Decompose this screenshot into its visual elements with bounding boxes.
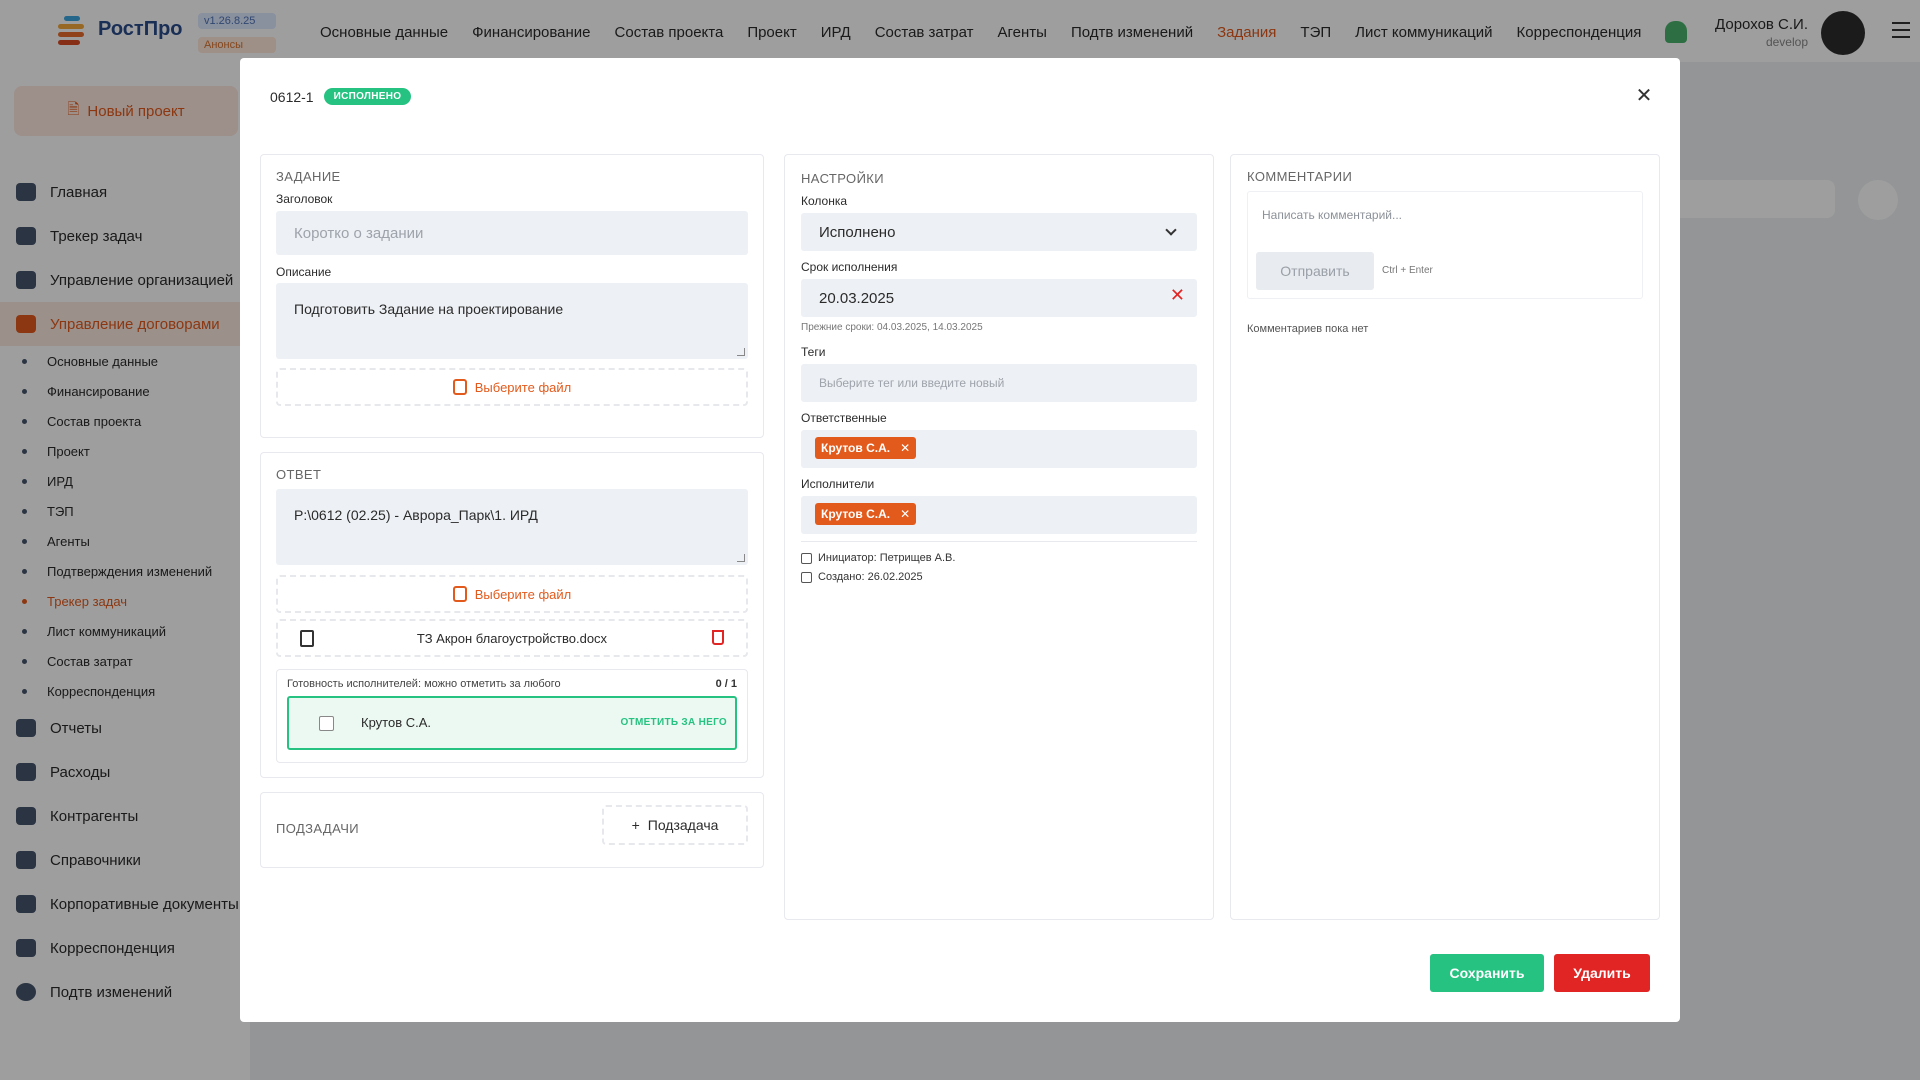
responsible-input[interactable]: Крутов С.А. ✕ [801,430,1197,468]
plus-icon: + [631,817,640,833]
executor-name: Крутов С.А. [361,715,431,730]
modal-header: 0612-1 ИСПОЛНЕНО [270,88,412,105]
executor-checkbox[interactable] [319,716,334,731]
close-icon[interactable]: ✕ [1632,84,1656,108]
deadline-label: Срок исполнения [801,260,898,274]
readiness-count: 0 / 1 [715,678,737,690]
answer-file-label: Выберите файл [474,586,572,602]
settings-panel: НАСТРОЙКИ Колонка Исполнено Срок исполне… [784,154,1214,920]
task-file-label: Выберите файл [474,379,572,395]
user-icon [801,552,812,564]
column-label: Колонка [801,194,848,208]
remove-tag-icon[interactable]: ✕ [900,441,910,455]
task-file-button[interactable]: Выберите файл [276,368,748,406]
answer-text: P:\0612 (02.25) - Аврора_Парк\1. ИРД [294,507,538,523]
resize-handle[interactable] [737,554,745,562]
attached-file[interactable]: ТЗ Акрон благоустройство.docx [276,619,748,657]
column-value: Исполнено [819,223,896,241]
clear-icon[interactable]: ✕ [1170,285,1185,306]
initiator-text: Инициатор: Петрищев А.В. [818,552,956,564]
task-panel-title: ЗАДАНИЕ [276,169,341,184]
delete-button[interactable]: Удалить [1554,954,1650,992]
mark-button[interactable]: ОТМЕТИТЬ ЗА НЕГО [620,717,727,728]
title-label: Заголовок [276,192,333,206]
file-icon [300,630,314,647]
settings-title: НАСТРОЙКИ [801,171,885,186]
subtasks-panel: ПОДЗАДАЧИ + Подзадача [260,792,764,868]
comments-panel: КОММЕНТАРИИ Написать комментарий... Отпр… [1230,154,1660,920]
tags-label: Теги [801,345,826,359]
tags-input[interactable]: Выберите тег или введите новый [801,364,1197,402]
task-modal: 0612-1 ИСПОЛНЕНО ✕ ЗАДАНИЕ Заголовок Кор… [240,58,1680,1022]
resize-handle[interactable] [737,348,745,356]
readiness-label: Готовность исполнителей: можно отметить … [287,678,561,690]
upload-icon [452,586,467,602]
deadline-input[interactable]: 20.03.2025 ✕ [801,279,1197,317]
column-select[interactable]: Исполнено [801,213,1197,251]
answer-panel-title: ОТВЕТ [276,467,322,482]
title-input[interactable]: Коротко о задании [276,211,748,255]
answer-panel: ОТВЕТ P:\0612 (02.25) - Аврора_Парк\1. И… [260,452,764,778]
description-input[interactable]: Подготовить Задание на проектирование [276,283,748,359]
no-comments-text: Комментариев пока нет [1247,323,1369,335]
previous-deadlines: Прежние сроки: 04.03.2025, 14.03.2025 [801,322,983,333]
executor-tag-label: Крутов С.А. [821,507,891,521]
trash-icon[interactable] [712,630,724,645]
remove-tag-icon[interactable]: ✕ [900,507,910,521]
comment-box: Написать комментарий... Отправить Ctrl +… [1247,191,1643,299]
add-subtask-button[interactable]: + Подзадача [602,805,748,845]
description-text: Подготовить Задание на проектирование [294,301,564,317]
comment-input[interactable]: Написать комментарий... [1262,208,1402,222]
initiator-row: Инициатор: Петрищев А.В. [801,552,955,564]
executor-tag: Крутов С.А. ✕ [815,503,917,525]
created-text: Создано: 26.02.2025 [818,571,923,583]
readiness-box: Готовность исполнителей: можно отметить … [276,669,748,763]
subtasks-title: ПОДЗАДАЧИ [276,821,359,836]
divider [801,541,1197,542]
upload-icon [452,379,467,395]
save-button[interactable]: Сохранить [1430,954,1544,992]
add-subtask-label: Подзадача [647,817,719,833]
comments-title: КОММЕНТАРИИ [1247,169,1353,184]
send-button[interactable]: Отправить [1256,252,1374,290]
answer-input[interactable]: P:\0612 (02.25) - Аврора_Парк\1. ИРД [276,489,748,565]
status-badge: ИСПОЛНЕНО [323,88,412,105]
answer-file-button[interactable]: Выберите файл [276,575,748,613]
calendar-icon [801,571,812,583]
executors-label: Исполнители [801,477,875,491]
responsible-label: Ответственные [801,411,887,425]
task-panel: ЗАДАНИЕ Заголовок Коротко о задании Опис… [260,154,764,438]
created-row: Создано: 26.02.2025 [801,571,923,583]
attached-file-name: ТЗ Акрон благоустройство.docx [416,630,608,646]
description-label: Описание [276,265,332,279]
chevron-down-icon [1165,224,1177,236]
task-id: 0612-1 [270,88,314,105]
responsible-tag: Крутов С.А. ✕ [815,437,917,459]
deadline-value: 20.03.2025 [819,289,895,307]
shortcut-hint: Ctrl + Enter [1382,265,1433,276]
executors-input[interactable]: Крутов С.А. ✕ [801,496,1197,534]
responsible-tag-label: Крутов С.А. [821,441,891,455]
executor-row: Крутов С.А. ОТМЕТИТЬ ЗА НЕГО [287,696,737,750]
